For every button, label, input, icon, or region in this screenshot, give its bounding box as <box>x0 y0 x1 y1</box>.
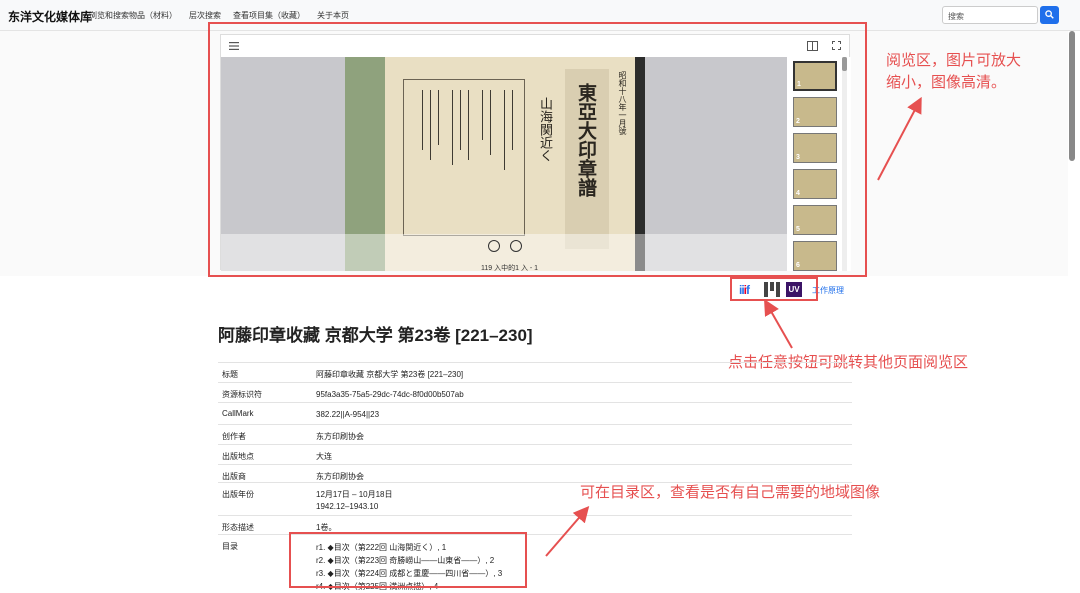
switch-arrow <box>764 299 793 349</box>
annotation-arrows <box>545 96 922 557</box>
toc-arrow <box>545 505 590 557</box>
viewer-arrow <box>877 96 922 181</box>
